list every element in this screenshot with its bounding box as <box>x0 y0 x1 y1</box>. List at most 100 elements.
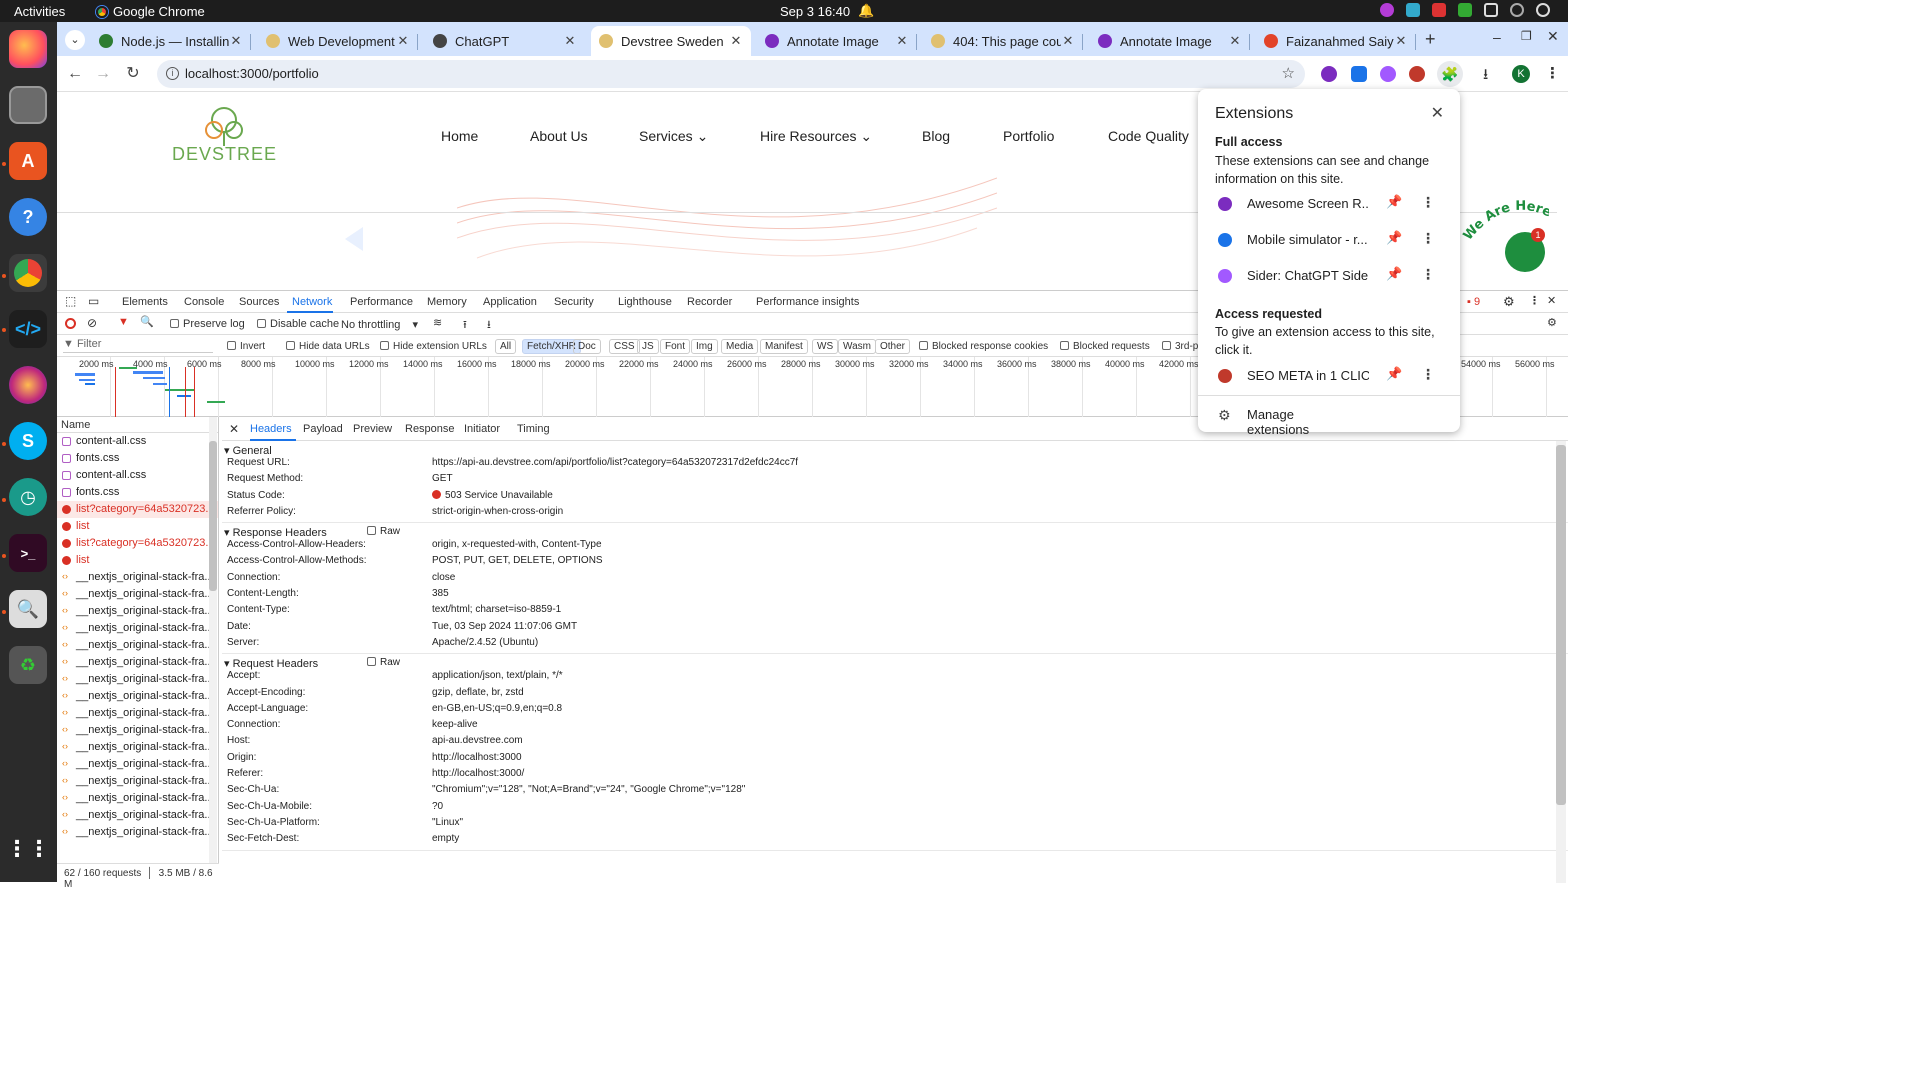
terminal-icon[interactable]: >_ <box>9 534 47 572</box>
browser-tab[interactable]: Web Development ✕ <box>258 26 418 56</box>
hide-extension-urls-checkbox[interactable]: Hide extension URLs <box>380 341 487 352</box>
minimize-button[interactable]: – <box>1493 29 1501 45</box>
devtools-tab-application[interactable]: Application <box>483 296 537 308</box>
extension-item[interactable]: Sider: ChatGPT Side... 📌 ⋮ <box>1198 261 1460 291</box>
request-row[interactable]: ‹› __nextjs_original-stack-fra... <box>57 637 218 654</box>
details-scrollbar[interactable] <box>1556 441 1566 883</box>
request-row[interactable]: list?category=64a5320723... <box>57 501 218 518</box>
tab-search-button[interactable]: ⌄ <box>65 30 85 50</box>
request-row[interactable]: ‹› __nextjs_original-stack-fra... <box>57 620 218 637</box>
pin-icon[interactable]: 📌 <box>1386 194 1402 210</box>
record-button[interactable] <box>65 318 76 329</box>
request-row[interactable]: content-all.css <box>57 467 218 484</box>
clock[interactable]: Sep 3 16:40 <box>780 4 850 19</box>
disable-cache-checkbox[interactable]: Disable cache <box>257 318 339 330</box>
browser-tab[interactable]: Node.js — Installing ✕ <box>91 26 251 56</box>
downloads-icon[interactable]: ⭳ <box>1483 64 1488 89</box>
extensions-puzzle-icon[interactable]: 🧩 <box>1437 61 1463 87</box>
request-row[interactable]: ‹› __nextjs_original-stack-fra... <box>57 807 218 824</box>
filter-chip-img[interactable]: Img <box>691 339 718 354</box>
devtools-tab-recorder[interactable]: Recorder <box>687 296 732 308</box>
request-row[interactable]: ‹› __nextjs_original-stack-fra... <box>57 654 218 671</box>
browser-tab[interactable]: ChatGPT ✕ <box>425 26 585 56</box>
address-bar[interactable]: i localhost:3000/portfolio ☆ <box>157 60 1305 88</box>
request-row[interactable]: ‹› __nextjs_original-stack-fra... <box>57 671 218 688</box>
devtools-tab-console[interactable]: Console <box>184 296 224 308</box>
details-tab-preview[interactable]: Preview <box>353 423 392 435</box>
time-tracker-icon[interactable]: ◷ <box>9 478 47 516</box>
request-row[interactable]: list <box>57 552 218 569</box>
sider-ext-icon[interactable] <box>1380 66 1396 82</box>
general-section-header[interactable]: ▾ General <box>222 441 1568 457</box>
filter-chip-wasm[interactable]: Wasm <box>838 339 876 354</box>
clear-button[interactable]: ⊘ <box>87 316 97 330</box>
request-list-scrollbar[interactable] <box>209 417 217 863</box>
chat-widget[interactable]: We Are Here! 1 <box>1459 196 1549 286</box>
blocked-cookies-checkbox[interactable]: Blocked response cookies <box>919 341 1048 352</box>
extension-item[interactable]: SEO META in 1 CLICK 📌 ⋮ <box>1198 361 1460 391</box>
throttling-select[interactable]: No throttling ▾ <box>341 318 418 331</box>
details-tab-payload[interactable]: Payload <box>303 423 343 435</box>
filter-funnel-icon[interactable]: ▼ <box>118 316 129 328</box>
system-tray[interactable] <box>1380 3 1550 17</box>
browser-tab[interactable]: Annotate Image ✕ <box>757 26 917 56</box>
nav-link-code-quality[interactable]: Code Quality <box>1108 128 1189 144</box>
nav-link-services[interactable]: Services ⌄ <box>639 128 708 145</box>
show-apps-icon[interactable]: ⋮⋮ <box>6 830 50 868</box>
close-window-button[interactable]: ✕ <box>1547 28 1559 45</box>
invert-checkbox[interactable]: Invert <box>227 341 265 352</box>
third-party-checkbox[interactable]: 3rd-p <box>1162 341 1198 352</box>
vscode-icon[interactable]: </> <box>9 310 47 348</box>
response-headers-section-header[interactable]: ▾ Response Headers Raw <box>222 523 1568 539</box>
devstree-logo[interactable]: DEVSTREE <box>172 106 276 166</box>
devtools-tab-network[interactable]: Network <box>292 296 332 308</box>
extension-item[interactable]: Awesome Screen R... 📌 ⋮ <box>1198 189 1460 219</box>
tab-close-icon[interactable]: ✕ <box>1228 33 1242 49</box>
chrome-menu-icon[interactable]: ⋮ <box>1545 64 1560 82</box>
request-row[interactable]: ‹› __nextjs_original-stack-fra... <box>57 824 218 841</box>
request-row[interactable]: ‹› __nextjs_original-stack-fra... <box>57 603 218 620</box>
tab-close-icon[interactable]: ✕ <box>1061 33 1075 49</box>
tab-close-icon[interactable]: ✕ <box>1394 33 1408 49</box>
forward-button[interactable]: → <box>93 64 113 84</box>
blocked-requests-checkbox[interactable]: Blocked requests <box>1060 341 1150 352</box>
app-center-icon[interactable]: A <box>9 142 47 180</box>
request-row[interactable]: ‹› __nextjs_original-stack-fra... <box>57 790 218 807</box>
nav-link-about-us[interactable]: About Us <box>530 128 588 144</box>
network-conditions-icon[interactable]: ≋ <box>433 316 442 329</box>
export-har-icon[interactable]: ⭳ <box>487 316 491 335</box>
preserve-log-checkbox[interactable]: Preserve log <box>170 318 245 330</box>
request-row[interactable]: ‹› __nextjs_original-stack-fra... <box>57 586 218 603</box>
inspect-element-icon[interactable]: ⬚ <box>65 294 76 308</box>
device-toolbar-icon[interactable]: ▭ <box>88 294 99 308</box>
filter-chip-other[interactable]: Other <box>875 339 911 354</box>
filter-input[interactable]: ▼ Filter <box>63 338 213 353</box>
devtools-tab-security[interactable]: Security <box>554 296 594 308</box>
request-row[interactable]: list <box>57 518 218 535</box>
reload-button[interactable]: ↻ <box>123 64 143 84</box>
devtools-menu-icon[interactable]: ⋮ <box>1529 294 1540 307</box>
more-options-icon[interactable]: ⋮ <box>1421 230 1435 247</box>
activities-button[interactable]: Activities <box>14 4 65 19</box>
request-row[interactable]: list?category=64a5320723... <box>57 535 218 552</box>
more-options-icon[interactable]: ⋮ <box>1421 194 1435 211</box>
name-column-header[interactable]: Name <box>57 417 218 433</box>
request-row[interactable]: content-all.css <box>57 433 218 450</box>
devtools-tab-performance[interactable]: Performance <box>350 296 413 308</box>
devtools-settings-icon[interactable]: ⚙ <box>1503 294 1515 310</box>
filter-chip-media[interactable]: Media <box>721 339 759 354</box>
pin-icon[interactable]: 📌 <box>1386 230 1402 246</box>
filter-chip-js[interactable]: JS <box>637 339 659 354</box>
seo-meta-ext-icon[interactable] <box>1409 66 1425 82</box>
request-row[interactable]: fonts.css <box>57 450 218 467</box>
nav-link-hire-resources[interactable]: Hire Resources ⌄ <box>760 128 872 145</box>
devtools-tab-elements[interactable]: Elements <box>122 296 168 308</box>
request-row[interactable]: ‹› __nextjs_original-stack-fra... <box>57 722 218 739</box>
tab-close-icon[interactable]: ✕ <box>729 33 743 49</box>
request-raw-checkbox[interactable]: Raw <box>367 657 400 668</box>
nav-link-blog[interactable]: Blog <box>922 128 950 144</box>
filter-chip-css[interactable]: CSS <box>609 339 640 354</box>
close-details-icon[interactable]: ✕ <box>229 422 239 436</box>
request-row[interactable]: ‹› __nextjs_original-stack-fra... <box>57 773 218 790</box>
browser-tab[interactable]: Faizanahmed Saiyed✕ <box>1256 26 1416 56</box>
